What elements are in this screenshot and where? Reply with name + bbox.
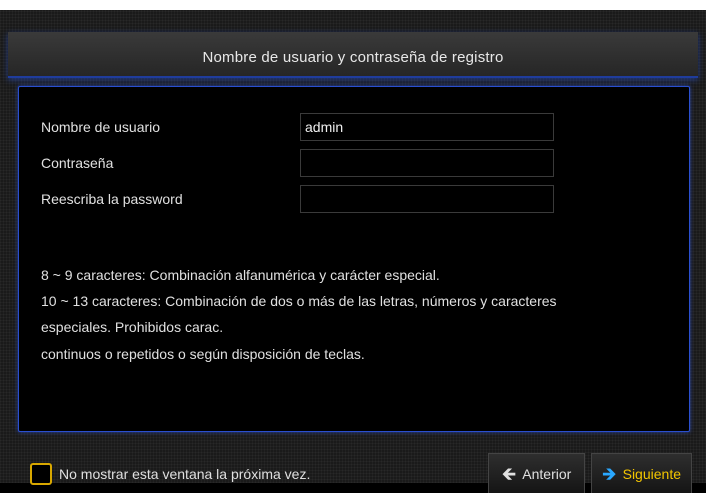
previous-button-label: Anterior	[522, 465, 572, 482]
password-input[interactable]	[300, 149, 554, 177]
arrow-right-icon: 🡺	[601, 463, 617, 484]
hint-line-1: 8 ~ 9 caracteres: Combinación alfanuméri…	[41, 267, 440, 283]
login-setup-window: Nombre de usuario y contraseña de regist…	[0, 0, 706, 493]
next-button-label: Siguiente	[622, 465, 681, 482]
password-row: Contraseña	[41, 148, 301, 178]
username-input[interactable]: admin	[300, 113, 554, 141]
previous-button[interactable]: 🡸 Anterior	[488, 453, 585, 493]
window-titlebar: Nombre de usuario y contraseña de regist…	[8, 32, 698, 78]
username-row: Nombre de usuario	[41, 112, 301, 142]
confirm-password-label: Reescriba la password	[41, 191, 183, 207]
dont-show-again-checkbox[interactable]	[30, 463, 52, 485]
hint-line-4: continuos o repetidos o según disposició…	[41, 346, 365, 362]
password-label: Contraseña	[41, 155, 114, 171]
next-button[interactable]: 🡺 Siguiente	[591, 453, 692, 493]
arrow-left-icon: 🡸	[501, 463, 517, 484]
hint-line-2: 10 ~ 13 caracteres: Combinación de dos o…	[41, 293, 557, 309]
username-label: Nombre de usuario	[41, 119, 161, 135]
credentials-panel: Nombre de usuario admin Contraseña Reesc…	[18, 86, 690, 432]
window-title: Nombre de usuario y contraseña de regist…	[202, 48, 504, 66]
dont-show-again-label: No mostrar esta ventana la próxima vez.	[59, 466, 311, 482]
hint-line-3: especiales. Prohibidos carac.	[41, 319, 224, 335]
confirm-password-row: Reescriba la password	[41, 184, 301, 214]
confirm-password-input[interactable]	[300, 185, 554, 213]
